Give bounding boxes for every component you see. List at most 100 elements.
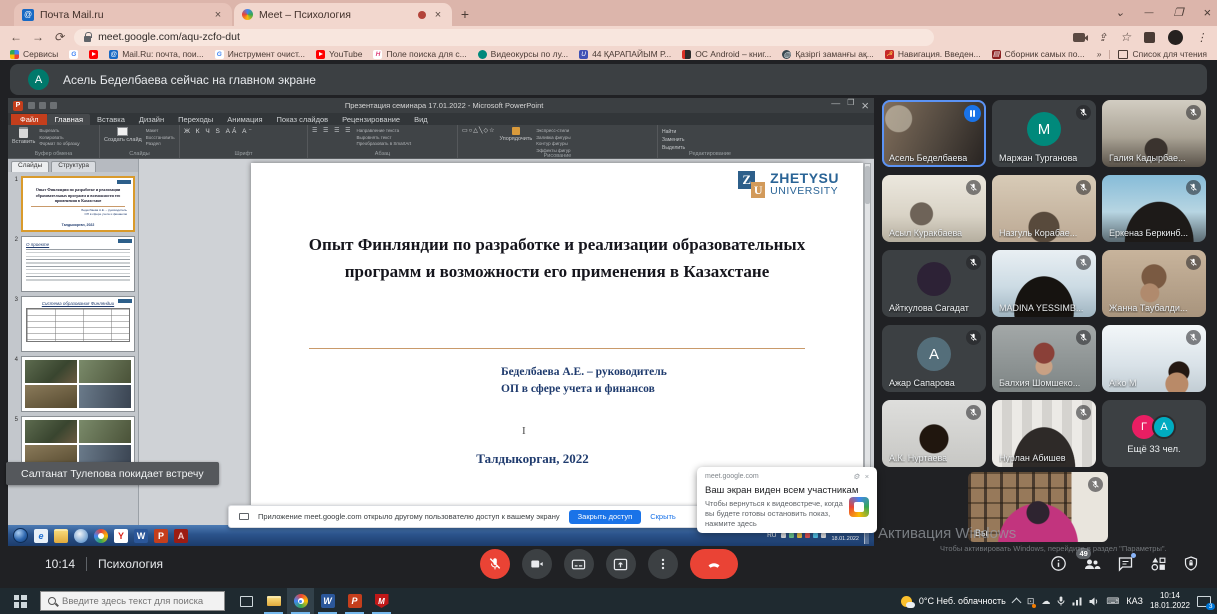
camera-toggle-button[interactable] [522, 549, 552, 579]
participant-tile[interactable]: А.К. Нуртаева [882, 400, 986, 467]
meet-bottom-bar: 10:14 Психология 49 [0, 540, 1217, 588]
bookmark-44-karapaiym[interactable]: 44 ҚАРАПАЙЫМ Р... [579, 49, 671, 59]
tab-close-icon[interactable] [432, 9, 444, 21]
browser-menu-icon[interactable] [1196, 31, 1207, 44]
captions-button[interactable] [564, 549, 594, 579]
participant-tile[interactable]: Еркеназ Беркинб... [1102, 175, 1206, 242]
weather-text[interactable]: 0°С Неб. облачность [919, 596, 1006, 606]
new-tab-button[interactable] [454, 3, 476, 25]
bookmark-cleaner[interactable]: Инструмент очист... [215, 49, 305, 59]
bookmark-navigation[interactable]: Навигация. Введен... [885, 49, 981, 59]
tab-meet[interactable]: Meet – Психология [234, 3, 452, 26]
ribbon: Вставить ВырезатьКопироватьФормат по обр… [8, 125, 874, 159]
tray-expand-icon[interactable] [1011, 598, 1021, 608]
participant-tile[interactable]: Галия Кадырбае... [1102, 100, 1206, 167]
network-icon[interactable] [1072, 597, 1082, 606]
meeting-details-button[interactable] [1050, 555, 1067, 572]
participant-tile[interactable]: Асель Беделбаева [882, 100, 986, 167]
close-icon[interactable]: × [865, 472, 869, 481]
tab-mail[interactable]: Почта Mail.ru [14, 3, 232, 26]
recording-dot [1032, 604, 1036, 608]
action-center-icon[interactable]: 3 [1197, 596, 1211, 607]
bookmark-google[interactable] [69, 50, 78, 59]
participants-button[interactable]: 49 [1083, 556, 1101, 572]
reading-list-button[interactable]: Список для чтения [1118, 49, 1207, 59]
language-indicator[interactable]: КАЗ [1126, 596, 1143, 606]
present-button[interactable] [606, 549, 636, 579]
tab-capture-icon[interactable] [1073, 33, 1085, 42]
mic-tray-icon[interactable] [1057, 596, 1065, 606]
search-input[interactable] [62, 596, 212, 607]
bookmark-youtube-icon-only[interactable] [89, 50, 98, 59]
android-book-icon [682, 50, 691, 59]
meet-favicon [242, 9, 253, 20]
minimize-icon[interactable] [1145, 7, 1154, 17]
participant-tile[interactable]: А Ажар Сапарова [882, 325, 986, 392]
powerpoint-taskbar-button[interactable] [341, 588, 368, 614]
bookmark-videocourses[interactable]: Видеокурсы по лу... [478, 49, 568, 59]
ribbon-tab-slideshow: Показ слайдов [270, 114, 336, 125]
font-buttons: Ж К Ч S АА́ А⁻ [184, 127, 303, 135]
participant-tile[interactable]: Балхия Шомшеко... [992, 325, 1096, 392]
tray-icons [781, 533, 826, 538]
tab-close-icon[interactable] [212, 9, 224, 21]
file-explorer-button[interactable] [260, 588, 287, 614]
start-button[interactable] [0, 588, 40, 614]
participant-tile[interactable]: MADINA YESSIMB... [992, 250, 1096, 317]
mic-off-icon [1076, 405, 1091, 420]
forward-icon[interactable] [32, 31, 44, 43]
chrome-taskbar-button[interactable] [287, 588, 314, 614]
bookmark-mailru[interactable]: Mail.Ru: почта, пои... [109, 49, 204, 59]
hide-share-bar-button: Скрыть [650, 512, 676, 521]
participant-tile[interactable]: Aiko M [1102, 325, 1206, 392]
share-icon[interactable] [1098, 31, 1107, 44]
overflow-tile[interactable]: ГА Ещё 33 чел. [1102, 400, 1206, 467]
more-options-button[interactable] [648, 549, 678, 579]
weather-icon[interactable] [901, 596, 912, 607]
bookmark-services[interactable]: Сервисы [10, 49, 58, 59]
activities-button[interactable] [1150, 555, 1167, 572]
leave-call-button[interactable] [690, 549, 738, 579]
volume-icon[interactable] [1089, 597, 1099, 606]
url-field[interactable]: meet.google.com/aqu-zcfo-dut [74, 29, 934, 46]
task-view-button[interactable] [233, 588, 260, 614]
self-view-tile[interactable]: Вы [968, 472, 1108, 542]
profile-avatar[interactable] [1168, 30, 1183, 45]
bookmark-youtube[interactable]: YouTube [316, 49, 362, 59]
reload-icon[interactable] [54, 31, 64, 43]
flag-icon [885, 50, 894, 59]
presenting-banner: А Асель Беделбаева сейчас на главном экр… [10, 64, 1207, 95]
onedrive-cloud-icon[interactable]: ☁ [1041, 596, 1050, 607]
maximize-icon[interactable] [1174, 6, 1184, 19]
taskbar-search[interactable] [40, 591, 225, 611]
back-icon[interactable] [10, 31, 22, 43]
chat-button[interactable] [1117, 556, 1134, 572]
participant-count-badge: 49 [1076, 548, 1091, 559]
bookmark-kazirgi[interactable]: Қазіргі заманғы ақ... [782, 49, 873, 59]
settings-gear-icon[interactable]: ⚙ [853, 472, 860, 481]
chevron-down-icon[interactable] [1115, 6, 1124, 19]
participant-tile[interactable]: Назгуль Корабае... [992, 175, 1096, 242]
extensions-icon[interactable] [1144, 32, 1155, 43]
participant-tile[interactable]: Нурлан Абишев [992, 400, 1096, 467]
host-controls-button[interactable] [1183, 555, 1199, 572]
mic-toggle-button[interactable] [480, 549, 510, 579]
screen-capture-icon[interactable]: ⊡ [1027, 596, 1035, 607]
keyboard-icon[interactable]: ⌨ [1106, 596, 1119, 607]
bookmark-search-field[interactable]: Поле поиска для с... [373, 49, 466, 59]
bookmark-sbornik[interactable]: Сборник самых по... [992, 49, 1085, 59]
participant-tile[interactable]: Жанна Таубалди... [1102, 250, 1206, 317]
word-taskbar-button[interactable] [314, 588, 341, 614]
screen-shared-notification[interactable]: meet.google.com ⚙× Ваш экран виден всем … [697, 467, 877, 533]
bookmarks-overflow-icon[interactable] [1097, 49, 1102, 59]
participant-tile[interactable]: Асыл Куракбаева [882, 175, 986, 242]
lock-icon[interactable] [84, 36, 91, 42]
participant-tile[interactable]: Айткулова Сагадат [882, 250, 986, 317]
close-icon[interactable] [1203, 5, 1211, 20]
clock[interactable]: 10:14 18.01.2022 [1150, 591, 1190, 610]
bookmark-os-android[interactable]: ОС Android – книг... [682, 49, 771, 59]
participant-tile[interactable]: M Маржан Турганова [992, 100, 1096, 167]
h-icon [373, 50, 382, 59]
mcafee-taskbar-button[interactable] [368, 588, 395, 614]
bookmark-star-icon[interactable] [1120, 30, 1131, 44]
